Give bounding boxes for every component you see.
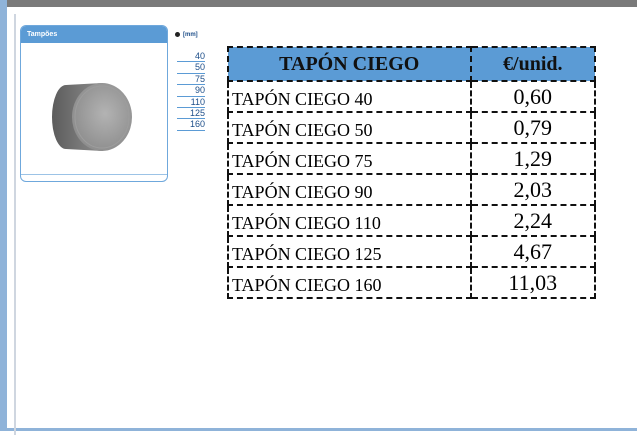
column-header-price: €/unid.: [469, 46, 597, 82]
product-card: Tampões: [20, 25, 168, 182]
product-name-cell: TAPÓN CIEGO 90: [227, 173, 472, 206]
price-cell: 2,24: [469, 204, 597, 237]
product-name-cell: TAPÓN CIEGO 50: [227, 111, 472, 144]
table-row: TAPÓN CIEGO 50 0,79: [227, 111, 597, 144]
size-item: 160: [177, 119, 205, 131]
size-item: 125: [177, 108, 205, 120]
product-card-title: Tampões: [21, 26, 167, 43]
price-cell: 4,67: [469, 235, 597, 268]
table-row: TAPÓN CIEGO 75 1,29: [227, 142, 597, 175]
table-header-row: TAPÓN CIEGO €/unid.: [227, 46, 597, 82]
price-table: TAPÓN CIEGO €/unid. TAPÓN CIEGO 40 0,60 …: [227, 46, 597, 299]
column-header-product: TAPÓN CIEGO: [227, 46, 472, 82]
table-row: TAPÓN CIEGO 125 4,67: [227, 235, 597, 268]
price-cell: 0,60: [469, 80, 597, 113]
table-row: TAPÓN CIEGO 160 11,03: [227, 266, 597, 299]
table-row: TAPÓN CIEGO 110 2,24: [227, 204, 597, 237]
size-item: 90: [177, 85, 205, 97]
end-cap-image: [52, 83, 132, 151]
size-item: 110: [177, 97, 205, 108]
size-item: 50: [177, 62, 205, 74]
table-row: TAPÓN CIEGO 90 2,03: [227, 173, 597, 206]
size-item: 75: [177, 74, 205, 86]
diameter-header: [mm]: [175, 32, 215, 38]
price-cell: 0,79: [469, 111, 597, 144]
product-name-cell: TAPÓN CIEGO 110: [227, 204, 472, 237]
product-name-cell: TAPÓN CIEGO 125: [227, 235, 472, 268]
product-name-cell: TAPÓN CIEGO 75: [227, 142, 472, 175]
table-row: TAPÓN CIEGO 40 0,60: [227, 80, 597, 113]
price-cell: 1,29: [469, 142, 597, 175]
size-list: 40 50 75 90 110 125 160: [177, 51, 205, 131]
product-name-cell: TAPÓN CIEGO 40: [227, 80, 472, 113]
margin-line: [14, 14, 16, 435]
card-footer-line: [21, 174, 167, 181]
price-cell: 11,03: [469, 266, 597, 299]
price-cell: 2,03: [469, 173, 597, 206]
diameter-icon: [175, 32, 180, 37]
unit-label: [mm]: [183, 32, 198, 38]
size-item: 40: [177, 51, 205, 63]
product-name-cell: TAPÓN CIEGO 160: [227, 266, 472, 299]
